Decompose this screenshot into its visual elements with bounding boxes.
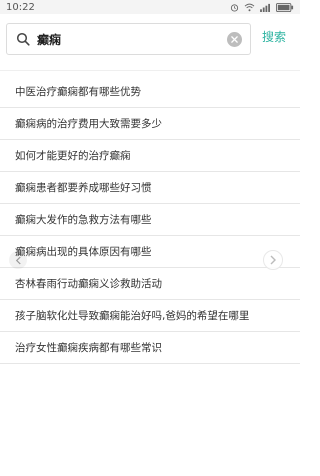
list-item[interactable]: 孩子脑软化灶导致癫痫能治好吗,爸妈的希望在哪里 [0,300,300,332]
wifi-icon [244,3,255,12]
battery-icon [276,2,294,12]
list-item[interactable]: 癫痫患者都要养成哪些好习惯 [0,172,300,204]
status-time: 10:22 [6,1,35,13]
list-item[interactable]: 癫痫病的治疗费用大致需要多少 [0,108,300,140]
list-item[interactable]: 杏林春雨行动癫痫义诊救助活动 [0,268,300,300]
status-bar: 10:22 [0,0,300,14]
list-item[interactable]: 如何才能更好的治疗癫痫 [0,140,300,172]
list-item[interactable]: 癫痫病出现的具体原因有哪些 [0,236,300,268]
alarm-icon [230,3,239,12]
list-item[interactable]: 癫痫大发作的急救方法有哪些 [0,204,300,236]
search-bar: 搜索 [0,14,300,64]
search-box[interactable] [6,23,251,55]
search-button[interactable]: 搜索 [262,28,286,45]
list-item[interactable]: 治疗女性癫痫疾病都有哪些常识 [0,332,300,364]
chevron-right-icon[interactable] [263,250,283,270]
search-icon [13,29,33,49]
list-item[interactable]: 中医治疗癫痫都有哪些优势 [0,76,300,108]
signal-icon [260,3,271,12]
clear-icon[interactable] [227,32,242,47]
chevron-left-icon[interactable] [9,251,27,269]
search-input[interactable] [37,32,222,46]
divider [0,70,300,71]
suggestion-list: 中医治疗癫痫都有哪些优势 癫痫病的治疗费用大致需要多少 如何才能更好的治疗癫痫 … [0,76,300,364]
status-icons [230,2,294,12]
